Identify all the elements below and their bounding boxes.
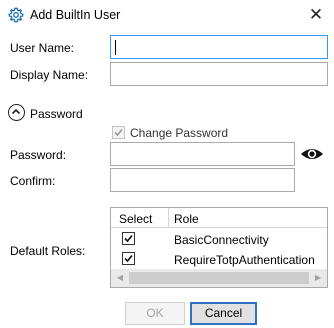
roles-grid[interactable]: Select Role BasicConnectivity RequireTot… [110, 207, 328, 288]
role-select-checkbox[interactable] [122, 252, 135, 265]
checkmark-icon [124, 254, 133, 263]
collapse-password-button[interactable] [8, 104, 25, 121]
column-separator[interactable] [168, 208, 169, 228]
password-section-label: Password [30, 107, 83, 121]
checkmark-icon [114, 128, 123, 137]
column-header-role[interactable]: Role [174, 211, 199, 227]
scrollbar-thumb[interactable] [129, 272, 309, 284]
role-select-checkbox[interactable] [122, 232, 135, 245]
display-name-label: Display Name: [10, 68, 89, 82]
table-row[interactable]: BasicConnectivity [111, 229, 327, 249]
role-name: BasicConnectivity [174, 233, 269, 247]
role-name: RequireTotpAuthentication [174, 253, 315, 267]
checkmark-icon [124, 234, 133, 243]
cancel-button[interactable]: Cancel [190, 302, 257, 325]
horizontal-scrollbar[interactable]: ◀ ▶ [111, 269, 327, 287]
dialog-title: Add BuiltIn User [30, 8, 121, 22]
ok-button[interactable]: OK [125, 302, 185, 325]
gear-icon [8, 7, 24, 23]
roles-grid-header: Select Role [111, 208, 327, 228]
text-caret [115, 40, 116, 55]
scroll-left-icon[interactable]: ◀ [114, 272, 126, 284]
confirm-label: Confirm: [10, 174, 56, 188]
change-password-checkbox[interactable] [112, 126, 125, 139]
default-roles-label: Default Roles: [10, 244, 86, 258]
close-button[interactable]: ✕ [305, 5, 327, 25]
scroll-right-icon[interactable]: ▶ [312, 272, 324, 284]
display-name-input[interactable] [110, 62, 328, 86]
show-password-eye-icon[interactable] [300, 146, 324, 162]
change-password-label: Change Password [130, 126, 229, 140]
table-row[interactable]: RequireTotpAuthentication [111, 249, 327, 269]
confirm-input[interactable] [110, 168, 295, 192]
password-input[interactable] [110, 142, 295, 166]
column-header-select[interactable]: Select [119, 211, 152, 227]
user-name-label: User Name: [10, 41, 75, 55]
user-name-input[interactable] [110, 35, 328, 59]
chevron-up-icon [11, 108, 21, 115]
password-label: Password: [10, 148, 67, 162]
